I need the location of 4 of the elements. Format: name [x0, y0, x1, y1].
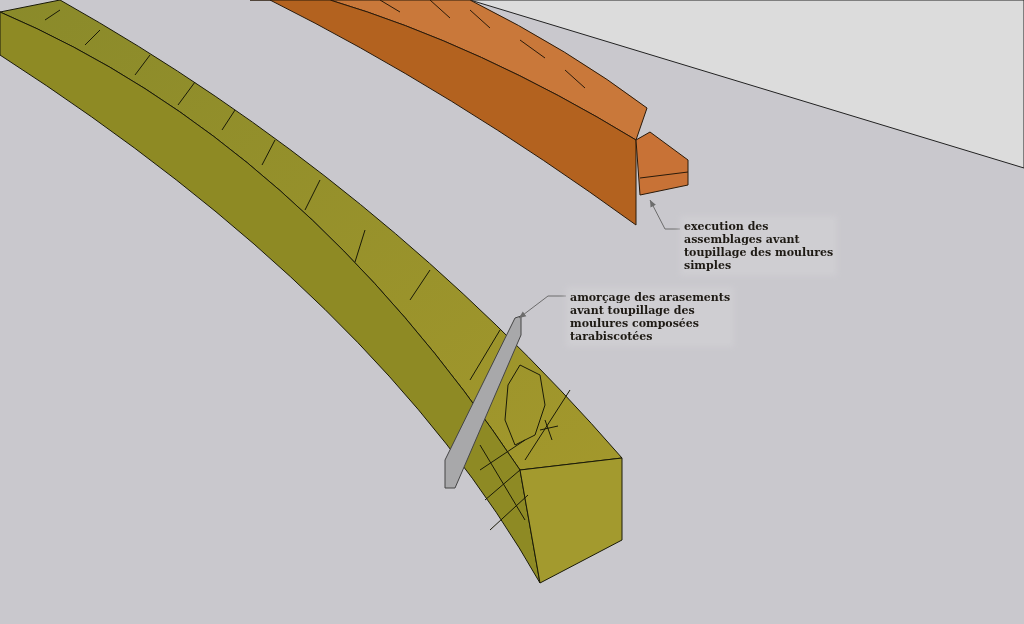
annotation-text: amorçage des arasements avant toupillage des moulures composées tarabiscotées [570, 291, 731, 343]
leader-line [518, 295, 567, 319]
annotation-text: execution des assemblages avant toupillage des moulures simples [684, 220, 834, 272]
leader-line [649, 199, 681, 230]
